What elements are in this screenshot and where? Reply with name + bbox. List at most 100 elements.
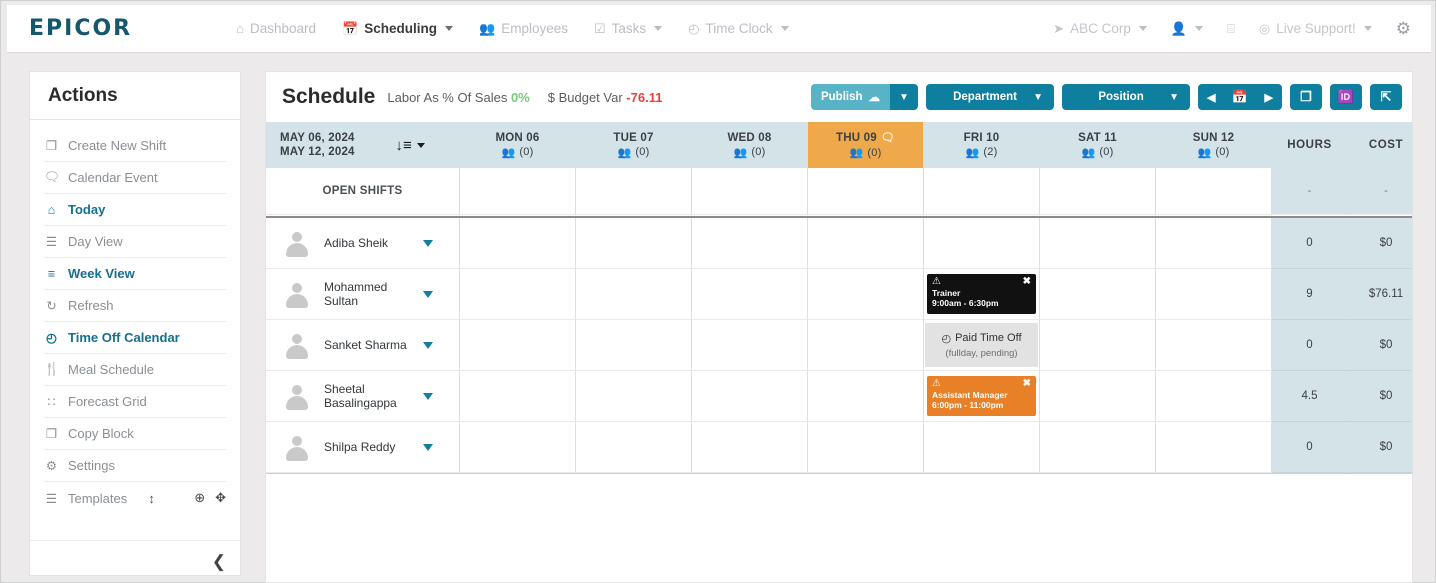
sort-dropdown[interactable]: ↓≡ bbox=[395, 137, 425, 154]
open-shift-cell[interactable] bbox=[1040, 168, 1156, 215]
employee-cell[interactable]: Adiba Sheik bbox=[266, 218, 460, 269]
schedule-cell[interactable] bbox=[1040, 320, 1156, 371]
schedule-cell[interactable] bbox=[1040, 371, 1156, 422]
sidebar-item-meal-schedule[interactable]: 🍴 Meal Schedule bbox=[44, 354, 226, 386]
add-circle-icon[interactable]: ⊕ bbox=[194, 490, 205, 506]
day-header-fri-10[interactable]: FRI 10 👥 (2) bbox=[924, 122, 1040, 168]
publish-button[interactable]: Publish ☁ bbox=[810, 84, 890, 110]
schedule-cell[interactable]: ⚠ ✖ Assistant Manager 6:00pm - 11:00pm bbox=[924, 371, 1040, 422]
schedule-cell[interactable] bbox=[460, 422, 576, 473]
schedule-cell[interactable] bbox=[1156, 218, 1272, 269]
schedule-cell[interactable] bbox=[1040, 269, 1156, 320]
employee-cell[interactable]: Mohammed Sultan bbox=[266, 269, 460, 320]
schedule-cell[interactable] bbox=[1156, 371, 1272, 422]
chevron-down-icon[interactable] bbox=[423, 392, 433, 400]
nav-item-tasks[interactable]: ☑ Tasks bbox=[594, 21, 663, 36]
nav-right-message-icon[interactable]: ⌸ bbox=[1227, 22, 1235, 35]
employee-cell[interactable]: Sanket Sharma bbox=[266, 320, 460, 371]
sidebar-item-week-view[interactable]: ≡ Week View bbox=[44, 258, 226, 290]
sidebar-item-day-view[interactable]: ☰ Day View bbox=[44, 226, 226, 258]
schedule-cell[interactable] bbox=[576, 320, 692, 371]
schedule-cell[interactable] bbox=[576, 371, 692, 422]
close-icon[interactable]: ✖ bbox=[1023, 379, 1031, 389]
schedule-cell[interactable] bbox=[808, 269, 924, 320]
date-navigation-group[interactable]: ◀ 📅 ▶ bbox=[1198, 84, 1282, 110]
schedule-cell[interactable] bbox=[808, 320, 924, 371]
schedule-cell[interactable] bbox=[576, 269, 692, 320]
schedule-cell[interactable]: ◴ Paid Time Off (fullday, pending) bbox=[924, 320, 1040, 371]
sidebar-item-copy-block[interactable]: ❐ Copy Block bbox=[44, 418, 226, 450]
schedule-cell[interactable]: ⚠ ✖ Trainer 9:00am - 6:30pm bbox=[924, 269, 1040, 320]
schedule-cell[interactable] bbox=[692, 422, 808, 473]
open-shift-cell[interactable] bbox=[460, 168, 576, 215]
schedule-cell[interactable] bbox=[692, 371, 808, 422]
schedule-cell[interactable] bbox=[692, 320, 808, 371]
sidebar-item-templates[interactable]: ☰ Templates ↕ ⊕ ✥ bbox=[44, 482, 226, 514]
caret-left-icon[interactable]: ◀ bbox=[1207, 91, 1215, 104]
gear-icon[interactable]: ⚙ bbox=[1396, 19, 1411, 39]
close-icon[interactable]: ✖ bbox=[1023, 277, 1031, 287]
day-header-tue-07[interactable]: TUE 07 👥 (0) bbox=[576, 122, 692, 168]
schedule-cell[interactable] bbox=[808, 218, 924, 269]
chevron-down-icon[interactable] bbox=[423, 290, 433, 298]
open-shift-cell[interactable] bbox=[924, 168, 1040, 215]
schedule-cell[interactable] bbox=[1040, 422, 1156, 473]
schedule-cell[interactable] bbox=[1156, 320, 1272, 371]
nav-right-live-support-[interactable]: ◎ Live Support! bbox=[1259, 21, 1372, 36]
schedule-cell[interactable] bbox=[1156, 269, 1272, 320]
fullscreen-button[interactable]: ⇱ bbox=[1370, 84, 1402, 110]
comment-icon[interactable]: 🗨 bbox=[881, 131, 895, 144]
open-shift-cell[interactable] bbox=[808, 168, 924, 215]
schedule-cell[interactable] bbox=[808, 371, 924, 422]
publish-dropdown-toggle[interactable]: ▼ bbox=[890, 84, 918, 110]
export-excel-button[interactable]: 🆔 bbox=[1330, 84, 1362, 110]
caret-right-icon[interactable]: ▶ bbox=[1265, 91, 1273, 104]
schedule-cell[interactable] bbox=[1040, 218, 1156, 269]
chevron-left-icon[interactable]: ❮ bbox=[212, 552, 226, 572]
schedule-cell[interactable] bbox=[460, 269, 576, 320]
schedule-cell[interactable] bbox=[692, 269, 808, 320]
schedule-cell[interactable] bbox=[692, 218, 808, 269]
calendar-icon[interactable]: 📅 bbox=[1232, 89, 1248, 105]
sidebar-item-calendar-event[interactable]: 🗨 Calendar Event bbox=[44, 162, 226, 194]
chevron-down-icon[interactable] bbox=[423, 443, 433, 451]
day-header-sat-11[interactable]: SAT 11 👥 (0) bbox=[1040, 122, 1156, 168]
open-shift-cell[interactable] bbox=[692, 168, 808, 215]
sidebar-item-refresh[interactable]: ↻ Refresh bbox=[44, 290, 226, 322]
schedule-cell[interactable] bbox=[460, 218, 576, 269]
sidebar-item-create-new-shift[interactable]: ❐ Create New Shift bbox=[44, 130, 226, 162]
time-off-card[interactable]: ◴ Paid Time Off (fullday, pending) bbox=[925, 323, 1038, 367]
schedule-cell[interactable] bbox=[924, 422, 1040, 473]
open-shift-cell[interactable] bbox=[576, 168, 692, 215]
open-shift-cell[interactable] bbox=[1156, 168, 1272, 215]
day-header-thu-09[interactable]: THU 09 🗨 👥 (0) bbox=[808, 122, 924, 168]
vertical-arrows-icon[interactable]: ↕ bbox=[148, 491, 155, 506]
sidebar-item-settings[interactable]: ⚙ Settings bbox=[44, 450, 226, 482]
nav-item-dashboard[interactable]: ⌂ Dashboard bbox=[236, 21, 316, 36]
sidebar-item-time-off-calendar[interactable]: ◴ Time Off Calendar bbox=[44, 322, 226, 354]
employee-cell[interactable]: Sheetal Basalingappa bbox=[266, 371, 460, 422]
nav-item-time-clock[interactable]: ◴ Time Clock bbox=[688, 21, 789, 36]
expand-arrows-icon[interactable]: ✥ bbox=[215, 490, 226, 506]
schedule-cell[interactable] bbox=[460, 320, 576, 371]
publish-button-group[interactable]: Publish ☁ ▼ bbox=[810, 84, 918, 110]
nav-item-scheduling[interactable]: 📅 Scheduling bbox=[342, 21, 453, 36]
schedule-cell[interactable] bbox=[460, 371, 576, 422]
shift-card[interactable]: ⚠ ✖ Trainer 9:00am - 6:30pm bbox=[927, 274, 1036, 314]
day-header-sun-12[interactable]: SUN 12 👥 (0) bbox=[1156, 122, 1272, 168]
sidebar-item-today[interactable]: ⌂ Today bbox=[44, 194, 226, 226]
nav-right-abc-corp[interactable]: ➤ ABC Corp bbox=[1053, 21, 1147, 36]
department-filter-dropdown[interactable]: Department ▼ bbox=[926, 84, 1054, 110]
nav-right-user-icon[interactable]: 👤 bbox=[1171, 22, 1204, 35]
schedule-cell[interactable] bbox=[924, 218, 1040, 269]
position-filter-dropdown[interactable]: Position ▼ bbox=[1062, 84, 1190, 110]
day-header-wed-08[interactable]: WED 08 👥 (0) bbox=[692, 122, 808, 168]
schedule-cell[interactable] bbox=[808, 422, 924, 473]
chevron-down-icon[interactable] bbox=[423, 239, 433, 247]
employee-cell[interactable]: Shilpa Reddy bbox=[266, 422, 460, 473]
copy-block-button[interactable]: ❐ bbox=[1290, 84, 1322, 110]
chevron-down-icon[interactable] bbox=[423, 341, 433, 349]
shift-card[interactable]: ⚠ ✖ Assistant Manager 6:00pm - 11:00pm bbox=[927, 376, 1036, 416]
day-header-mon-06[interactable]: MON 06 👥 (0) bbox=[460, 122, 576, 168]
schedule-cell[interactable] bbox=[576, 422, 692, 473]
